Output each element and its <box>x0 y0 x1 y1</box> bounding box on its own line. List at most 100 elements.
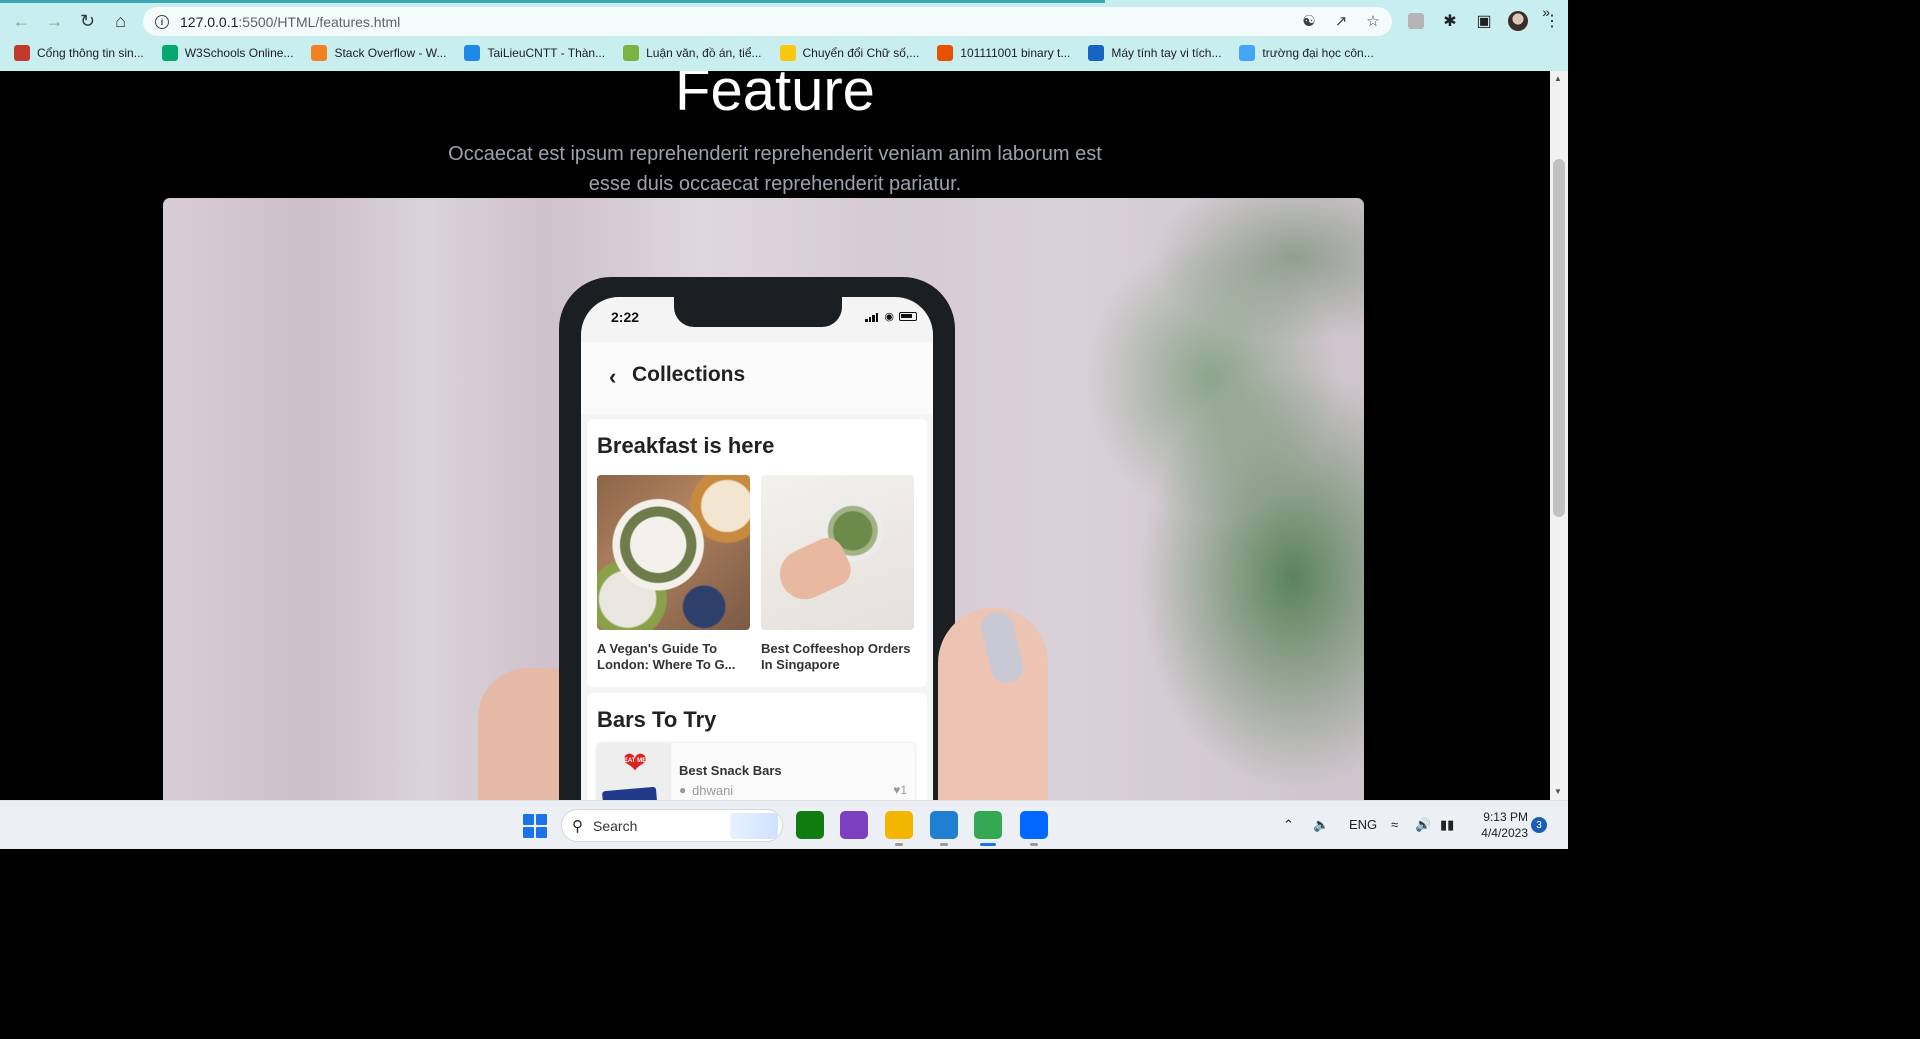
share-icon[interactable]: ↗ <box>1332 12 1350 30</box>
page-load-progress <box>0 0 1105 3</box>
bookmark-label: Cổng thông tin sin... <box>37 46 144 60</box>
luanvan-icon <box>623 45 640 61</box>
puzzle-extensions-icon[interactable]: ✱ <box>1439 10 1461 32</box>
bookmark-item[interactable]: Cổng thông tin sin... <box>14 45 144 61</box>
card-caption-vegan: A Vegan's Guide To London: Where To G... <box>597 641 736 672</box>
page-title: Feature <box>675 71 875 123</box>
tailieu-icon <box>464 45 481 61</box>
profile-avatar[interactable] <box>1507 10 1529 32</box>
hero-image: 2:22 ◉ ‹ Collections Breakfast is here A… <box>163 198 1364 800</box>
chevron-up-icon[interactable]: ⌃ <box>1283 817 1294 833</box>
bookmark-item[interactable]: Luận văn, đồ án, tiể... <box>623 45 762 61</box>
snack-pack <box>601 786 659 800</box>
address-bar[interactable]: i 127.0.0.1:5500/HTML/features.html ☯ ↗ … <box>143 7 1392 36</box>
browser-chrome: ← → ↻ ⌂ i 127.0.0.1:5500/HTML/features.h… <box>0 0 1568 71</box>
stackoverflow-icon <box>311 45 328 61</box>
battery-icon <box>899 312 917 321</box>
university-icon <box>14 45 30 61</box>
bookmark-item[interactable]: Stack Overflow - W... <box>311 45 446 61</box>
search-highlight-art <box>730 813 778 839</box>
converter-icon <box>779 45 796 61</box>
back-arrow-icon[interactable]: ← <box>5 6 38 36</box>
vegan-food-image <box>597 475 750 630</box>
bookmark-label: 101111001 binary t... <box>960 46 1071 60</box>
bars-section-title: Bars To Try <box>597 707 717 732</box>
rapidtables-icon <box>937 45 954 61</box>
home-icon[interactable]: ⌂ <box>104 6 137 36</box>
bookmark-item[interactable]: 101111001 binary t... <box>937 45 1070 61</box>
more-bookmarks-icon[interactable]: » <box>1542 4 1550 20</box>
list-item-title: Best Snack Bars <box>679 763 782 778</box>
battery-tray-icon[interactable]: ▮▮ <box>1440 817 1454 833</box>
scrollbar-thumb[interactable] <box>1553 159 1565 517</box>
windows-start-icon[interactable] <box>523 814 547 838</box>
extension-tile-icon[interactable] <box>1405 10 1427 32</box>
side-panel-icon[interactable]: ▣ <box>1473 10 1495 32</box>
phone-mockup: 2:22 ◉ ‹ Collections Breakfast is here A… <box>559 277 955 800</box>
wifi-tray-icon[interactable]: ≈ <box>1391 817 1398 832</box>
taskbar-clock[interactable]: 9:13 PM 4/4/2023 <box>1470 809 1528 841</box>
bookmark-star-icon[interactable]: ☆ <box>1364 12 1382 30</box>
signal-icon <box>865 312 879 322</box>
bookmark-label: W3Schools Online... <box>184 46 294 60</box>
phone-status-time: 2:22 <box>611 309 640 325</box>
heart-badge-icon: ❤ EAT ME <box>622 747 648 780</box>
page-scrollbar[interactable]: ▲ ▼ <box>1550 71 1568 800</box>
like-count: ♥1 <box>893 783 907 797</box>
wifi-icon: ◉ <box>884 311 894 323</box>
user-icon: ● <box>679 783 687 797</box>
bookmark-item[interactable]: W3Schools Online... <box>161 45 294 61</box>
windows-taskbar: ⚲ Search ⌃ 🔈 ENG ≈ 🔊 ▮▮ 9:13 PM 4/4/2023… <box>0 800 1568 849</box>
bookmark-item[interactable]: Chuyển đổi Chữ số,... <box>779 45 920 61</box>
clipchamp-app-icon[interactable] <box>840 811 868 839</box>
browser-toolbar: ← → ↻ ⌂ i 127.0.0.1:5500/HTML/features.h… <box>0 4 1568 38</box>
phone-notch <box>674 297 842 327</box>
bookmark-label: TaiLieuCNTT - Thàn... <box>487 46 606 60</box>
translate-icon[interactable]: ☯ <box>1300 12 1318 30</box>
scroll-down-arrow-icon[interactable]: ▼ <box>1554 787 1562 796</box>
bars-section: Bars To Try ❤ EAT ME Best Snack Bars ● dh… <box>587 693 927 800</box>
phone-screen: 2:22 ◉ ‹ Collections Breakfast is here A… <box>581 297 933 800</box>
phone-status-icons: ◉ <box>865 310 917 323</box>
app-header-title: Collections <box>632 363 746 386</box>
page-viewport: Feature Occaecat est ipsum reprehenderit… <box>0 71 1550 800</box>
address-url[interactable]: 127.0.0.1:5500/HTML/features.html <box>180 14 400 30</box>
xbox-app-icon[interactable] <box>796 811 824 839</box>
bookmark-label: Stack Overflow - W... <box>334 46 447 60</box>
scroll-up-arrow-icon[interactable]: ▲ <box>1554 74 1562 83</box>
bookmark-label: Chuyển đổi Chữ số,... <box>802 46 920 60</box>
taskbar-search[interactable]: ⚲ Search <box>561 809 783 842</box>
taskbar-search-label: Search <box>593 817 638 834</box>
coffee-image <box>761 475 914 630</box>
language-indicator[interactable]: ENG <box>1349 817 1377 832</box>
breakfast-section: Breakfast is here A Vegan's Guide To Lon… <box>587 419 927 687</box>
heart-badge-text: EAT ME <box>623 758 647 764</box>
speaker-icon[interactable]: 🔈 <box>1313 817 1329 833</box>
bookmark-label: trường đại học côn... <box>1262 46 1374 60</box>
running-indicator <box>1030 843 1038 846</box>
search-result-icon <box>1239 45 1256 61</box>
vscode-app-icon[interactable] <box>930 811 958 839</box>
page-subtitle: Occaecat est ipsum reprehenderit reprehe… <box>448 143 1102 195</box>
running-indicator <box>980 843 996 846</box>
bookmarks-bar: Cổng thông tin sin... W3Schools Online...… <box>0 40 1568 66</box>
chrome-app-icon[interactable] <box>974 811 1002 839</box>
list-item-author: dhwani <box>692 783 734 798</box>
file-explorer-app-icon[interactable] <box>885 811 913 839</box>
running-indicator <box>940 843 948 846</box>
search-icon: ⚲ <box>572 817 583 835</box>
breakfast-section-title: Breakfast is here <box>597 433 775 458</box>
volume-tray-icon[interactable]: 🔊 <box>1415 817 1431 833</box>
zalo-app-icon[interactable] <box>1020 811 1048 839</box>
w3schools-icon <box>161 45 178 61</box>
site-info-icon[interactable]: i <box>155 14 169 29</box>
bookmark-item[interactable]: trường đại học côn... <box>1239 45 1374 61</box>
bookmark-item[interactable]: Máy tính tay vi tích... <box>1088 45 1221 61</box>
clock-date: 4/4/2023 <box>1481 826 1528 840</box>
bookmark-label: Luận văn, đồ án, tiể... <box>646 46 762 60</box>
snack-bar-thumbnail: ❤ EAT ME <box>597 743 671 800</box>
notification-badge[interactable]: 3 <box>1531 817 1547 833</box>
forward-arrow-icon[interactable]: → <box>38 6 71 36</box>
bookmark-item[interactable]: TaiLieuCNTT - Thàn... <box>464 45 605 61</box>
reload-icon[interactable]: ↻ <box>71 6 104 36</box>
